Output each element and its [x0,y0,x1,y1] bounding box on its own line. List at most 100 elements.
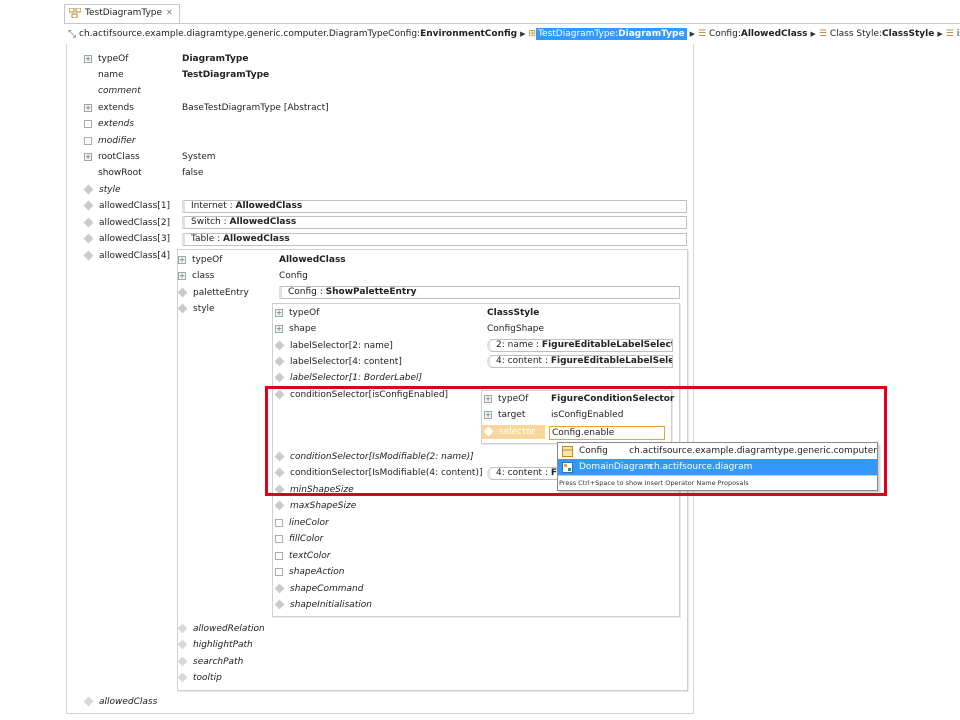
value-showroot[interactable]: false [182,166,203,180]
value-extends[interactable]: BaseTestDiagramType [Abstract] [182,101,329,115]
style-prop-shapeaction[interactable]: shapeAction [275,565,345,579]
relation-icon [177,287,188,298]
style-value-shape[interactable]: ConfigShape [487,322,544,336]
relation-icon [83,217,94,228]
class-icon: ☰ [945,29,954,39]
prop-rootclass[interactable]: + rootClass [84,150,140,164]
expand-icon[interactable]: + [275,324,283,333]
relation-icon [177,639,188,650]
style-prop-labelselector-border[interactable]: labelSelector[1: BorderLabel] [274,371,422,385]
prop-name[interactable]: name [84,68,124,82]
relation-icon [274,467,285,478]
prop-comment[interactable]: comment [84,84,141,98]
relation-icon [177,656,188,667]
labelselector-name-box[interactable]: 2: name : FigureEditableLabelSelector [487,339,673,352]
ac4-prop-highlightpath[interactable]: highlightPath [177,638,253,652]
expand-icon[interactable]: + [275,308,283,317]
prop-style[interactable]: style [83,183,121,197]
tab-testdiagramtype[interactable]: TestDiagramType ✕ [64,4,180,24]
ac4-prop-class[interactable]: + class [178,269,214,283]
prop-modifier[interactable]: modifier [84,134,136,148]
prop-allowedclass-3[interactable]: allowedClass[3] [83,232,170,246]
prop-showroot[interactable]: showRoot [84,166,142,180]
conditionselector-content-box[interactable]: 4: content : F [487,467,559,480]
style-value-typeof[interactable]: ClassStyle [487,306,539,320]
style-prop-shape[interactable]: + shape [275,322,316,336]
relation-icon [177,672,188,683]
ac4-value-typeof[interactable]: AllowedClass [279,253,346,267]
cond-prop-target[interactable]: + target [484,408,525,422]
breadcrumb-item-2[interactable]: ⊞ TestDiagramType:DiagramType [529,28,687,40]
cond-prop-typeof[interactable]: + typeOf [484,392,528,406]
breadcrumb-item-1[interactable]: ch.actifsource.example.diagramtype.gener… [79,29,517,39]
expand-icon[interactable]: + [178,255,186,264]
chevron-right-icon: ▶ [689,30,695,38]
value-typeof[interactable]: DiagramType [182,52,248,66]
breadcrumb-item-4[interactable]: ☰ Class Style:ClassStyle [819,29,934,39]
prop-typeof[interactable]: + typeOf [84,52,128,66]
ac4-prop-tooltip[interactable]: tooltip [177,671,222,685]
style-prop-shapeinitialisation[interactable]: shapeInitialisation [274,598,372,612]
relation-icon [83,184,94,195]
class-icon: ☰ [818,29,827,39]
ac4-prop-allowedrelation[interactable]: allowedRelation [177,622,265,636]
prop-allowedclass-4[interactable]: allowedClass[4] [83,249,170,263]
ac4-prop-typeof[interactable]: + typeOf [178,253,222,267]
proposal-domaindiagram[interactable]: DomainDiagram ch.actifsource.diagram [558,459,877,475]
chevron-right-icon: ▶ [810,30,816,38]
allowedclass-3-box[interactable]: Table : AllowedClass [182,233,687,246]
style-prop-fillcolor[interactable]: fillColor [275,532,323,546]
style-prop-conditionselector-modifiable-content[interactable]: conditionSelector[IsModifiable(4: conten… [274,466,482,480]
close-icon[interactable]: ✕ [166,8,173,17]
style-prop-conditionselector-modifiable-name[interactable]: conditionSelector[IsModifiable(2: name)] [274,450,474,464]
diagram-type-icon [562,461,573,473]
value-rootclass[interactable]: System [182,150,216,164]
style-prop-typeof[interactable]: + typeOf [275,306,319,320]
diagram-type-icon [68,7,82,19]
prop-allowedclass-2[interactable]: allowedClass[2] [83,216,170,230]
style-prop-shapecommand[interactable]: shapeCommand [274,582,363,596]
style-prop-labelselector-content[interactable]: labelSelector[4: content] [274,355,402,369]
expand-icon[interactable]: + [84,103,92,112]
cond-value-typeof[interactable]: FigureConditionSelector [551,392,674,406]
empty-icon [84,119,92,128]
expand-icon[interactable]: + [84,54,92,63]
paletteentry-box[interactable]: Config : ShowPaletteEntry [279,286,680,299]
prop-allowedclass-1[interactable]: allowedClass[1] [83,199,170,213]
labelselector-content-box[interactable]: 4: content : FigureEditableLabelSelector [487,355,673,368]
relation-icon [177,303,188,314]
class-icon [562,445,573,457]
expand-icon[interactable]: + [484,394,492,403]
allowedclass-1-box[interactable]: Internet : AllowedClass [182,200,687,213]
expand-icon[interactable]: + [178,271,186,280]
style-prop-linecolor[interactable]: lineColor [275,516,329,530]
popup-hint: Press Ctrl+Space to show Insert Operator… [558,475,877,490]
relation-icon [274,451,285,462]
breadcrumb-item-3[interactable]: ☰ Config:AllowedClass [698,29,808,39]
expand-icon[interactable]: + [84,152,92,161]
cond-value-target[interactable]: isConfigEnabled [551,408,623,422]
allowedclass-2-box[interactable]: Switch : AllowedClass [182,216,687,229]
prop-allowedclass-empty[interactable]: allowedClass [83,695,157,709]
tab-title: TestDiagramType [85,8,163,18]
cond-prop-selector[interactable]: selector [482,425,545,439]
ac4-prop-style[interactable]: style [177,302,215,316]
style-prop-maxshapesize[interactable]: maxShapeSize [274,499,356,513]
style-prop-minshapesize[interactable]: minShapeSize [274,483,354,497]
prop-extends-empty[interactable]: extends [84,117,134,131]
value-name[interactable]: TestDiagramType [182,68,269,82]
expand-icon[interactable]: + [484,410,492,419]
selector-input[interactable] [549,426,665,440]
ac4-value-class[interactable]: Config [279,269,308,283]
breadcrumb-item-5[interactable]: ☰ is [946,29,960,39]
ac4-prop-searchpath[interactable]: searchPath [177,655,243,669]
ac4-prop-paletteentry[interactable]: paletteEntry [177,286,249,300]
prop-extends[interactable]: + extends [84,101,134,115]
style-prop-textcolor[interactable]: textColor [275,549,330,563]
style-prop-labelselector-name[interactable]: labelSelector[2: name] [274,339,393,353]
class-icon: ☰ [697,29,707,39]
style-prop-conditionselector-enabled[interactable]: conditionSelector[isConfigEnabled] [274,388,448,402]
proposal-config[interactable]: Config ch.actifsource.example.diagramtyp… [558,443,877,459]
relation-icon [483,426,494,437]
autocomplete-popup: Config ch.actifsource.example.diagramtyp… [557,442,878,491]
